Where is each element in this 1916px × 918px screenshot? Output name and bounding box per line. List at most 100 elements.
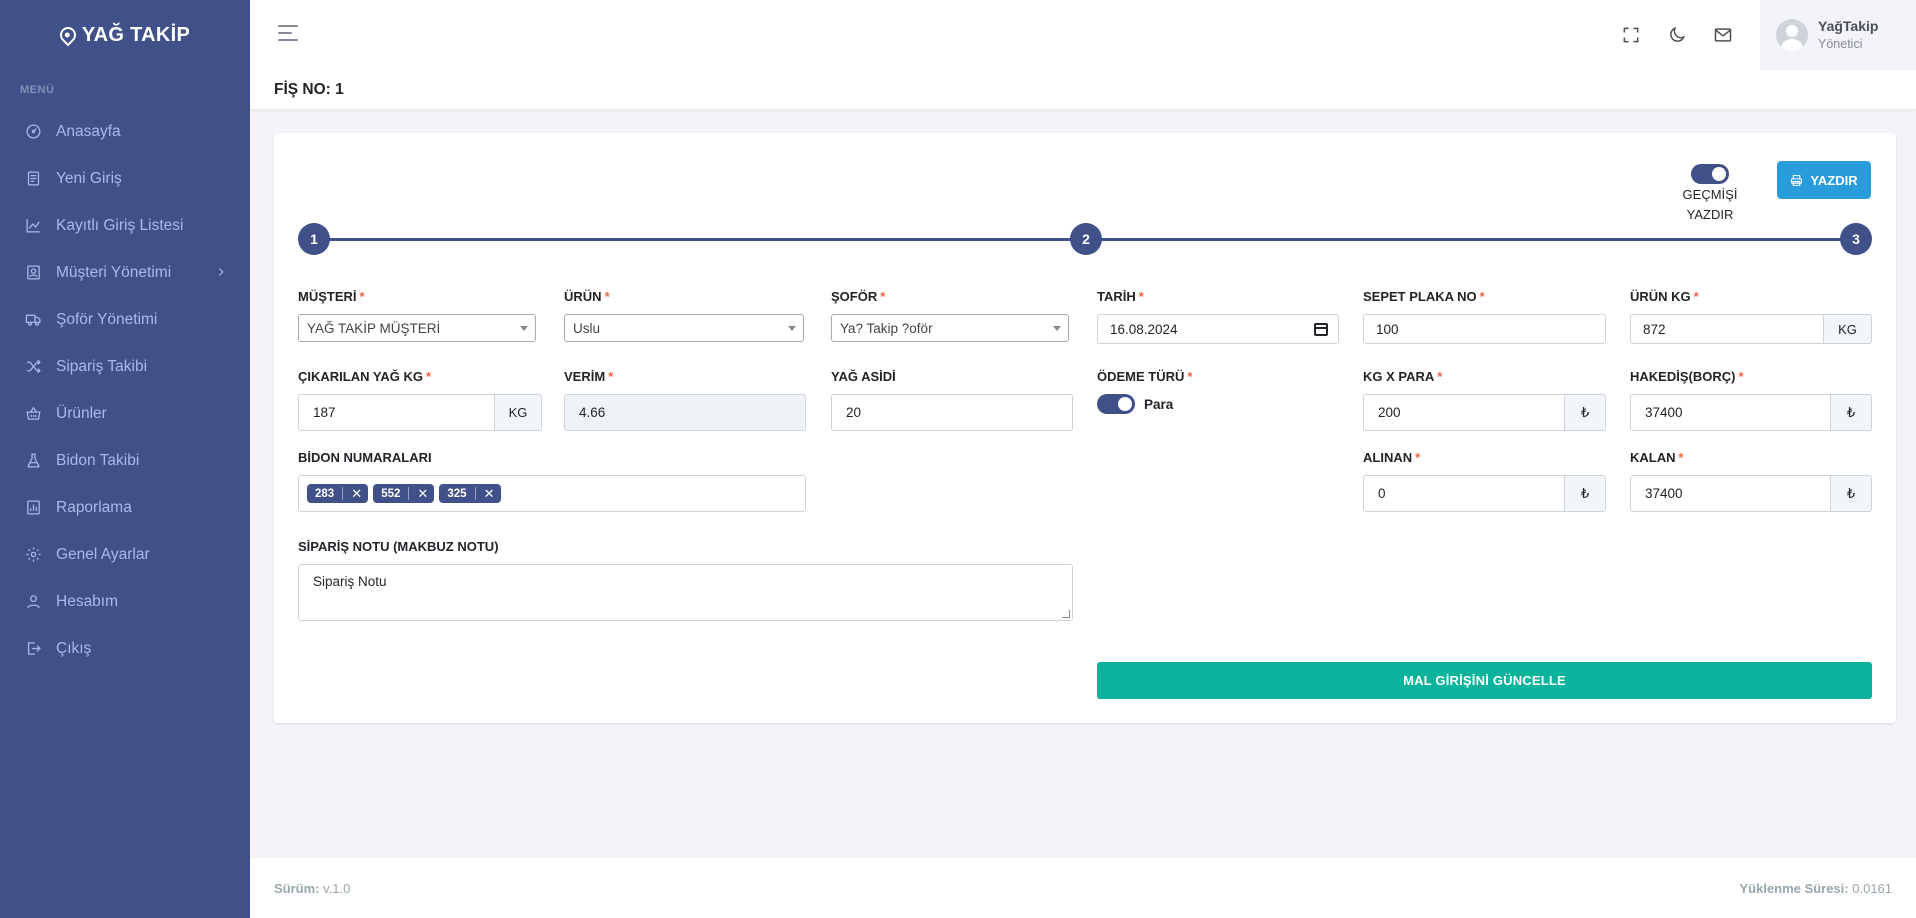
calendar-icon[interactable] bbox=[1314, 323, 1328, 336]
sidebar-item-hesabim[interactable]: Hesabım bbox=[0, 578, 250, 625]
printer-icon bbox=[1791, 174, 1803, 186]
cikarilan-yag-unit: KG bbox=[495, 394, 542, 431]
page-title: FİŞ NO: 1 bbox=[274, 80, 344, 98]
urun-kg-input[interactable]: 872 bbox=[1630, 314, 1824, 344]
remove-tag-icon[interactable]: ✕ bbox=[482, 486, 497, 502]
verim-value: 4.66 bbox=[579, 405, 606, 420]
sidebar-item-label: Genel Ayarlar bbox=[56, 545, 150, 563]
user-name: YağTakip bbox=[1818, 18, 1879, 34]
footer: Sürüm: v.1.0 Yüklenme Süresi: 0.0161 bbox=[250, 858, 1916, 918]
odeme-turu-row: Para bbox=[1097, 394, 1339, 414]
verim-label: VERİM * bbox=[564, 369, 614, 384]
kalan-field: KALAN * 37400 ₺ bbox=[1630, 450, 1872, 512]
step-2[interactable]: 2 bbox=[1070, 223, 1102, 255]
brand-logo[interactable]: YAĞ TAKİP bbox=[0, 0, 250, 70]
kg-x-para-field: KG X PARA * 200 ₺ bbox=[1363, 369, 1606, 431]
cikarilan-yag-input[interactable]: 187 bbox=[298, 394, 495, 431]
load-time-value: 0.0161 bbox=[1852, 880, 1892, 896]
urun-kg-field: ÜRÜN KG * 872 KG bbox=[1630, 289, 1872, 344]
brand-name: YAĞ TAKİP bbox=[81, 23, 191, 46]
siparis-notu-textarea[interactable]: Sipariş Notu bbox=[298, 564, 1073, 621]
sidebar-item-sofor-yonetimi[interactable]: Şoför Yönetimi bbox=[0, 296, 250, 343]
print-history-label-line1: GEÇMİŞİ bbox=[1682, 187, 1738, 202]
sidebar-item-anasayfa[interactable]: Anasayfa bbox=[0, 108, 250, 155]
odeme-turu-toggle[interactable] bbox=[1097, 394, 1135, 414]
alinan-label: ALINAN * bbox=[1363, 450, 1421, 465]
sepet-plaka-input[interactable]: 100 bbox=[1363, 314, 1606, 344]
print-history-toggle[interactable] bbox=[1691, 164, 1729, 184]
sidebar-item-label: Ürünler bbox=[56, 404, 107, 422]
sidebar-item-siparis-takibi[interactable]: Sipariş Takibi bbox=[0, 343, 250, 390]
load-time-info: Yüklenme Süresi: 0.0161 bbox=[1740, 881, 1893, 896]
sidebar-item-label: Yeni Giriş bbox=[56, 169, 122, 187]
musteri-field: MÜŞTERİ * YAĞ TAKİP MÜŞTERİ bbox=[298, 289, 536, 342]
sidebar-item-yeni-giris[interactable]: Yeni Giriş bbox=[0, 155, 250, 202]
step-1[interactable]: 1 bbox=[298, 223, 330, 255]
urun-kg-label: ÜRÜN KG * bbox=[1630, 289, 1699, 304]
bidon-field: BİDON NUMARALARI 283 ✕ 552 ✕ 325 ✕ bbox=[298, 450, 806, 512]
kalan-input[interactable]: 37400 bbox=[1630, 475, 1831, 512]
musteri-select[interactable]: YAĞ TAKİP MÜŞTERİ bbox=[298, 314, 536, 342]
print-button-label: YAZDIR bbox=[1810, 172, 1858, 188]
dashboard-icon bbox=[24, 123, 42, 141]
avatar bbox=[1776, 19, 1808, 51]
sepet-plaka-value: 100 bbox=[1376, 321, 1399, 337]
urun-select[interactable]: Uslu bbox=[564, 314, 804, 342]
topbar: YağTakip Yönetici bbox=[250, 0, 1916, 70]
urun-kg-value: 872 bbox=[1643, 321, 1666, 337]
bidon-label: BİDON NUMARALARI bbox=[298, 450, 432, 465]
sofor-select[interactable]: Ya? Takip ?oför bbox=[831, 314, 1069, 342]
sidebar-item-cikis[interactable]: Çıkış bbox=[0, 625, 250, 672]
tarih-value: 16.08.2024 bbox=[1110, 321, 1178, 337]
load-time-label: Yüklenme Süresi: bbox=[1739, 880, 1849, 896]
line-chart-icon bbox=[24, 217, 42, 235]
kalan-group: 37400 ₺ bbox=[1630, 475, 1872, 512]
version-label: Sürüm: bbox=[274, 880, 320, 896]
step-3[interactable]: 3 bbox=[1840, 223, 1872, 255]
sidebar-item-label: Bidon Takibi bbox=[56, 451, 140, 469]
bidon-tag: 325 ✕ bbox=[439, 484, 501, 503]
alinan-value: 0 bbox=[1378, 486, 1386, 501]
update-entry-button[interactable]: MAL GİRİŞİNİ GÜNCELLE bbox=[1097, 662, 1872, 699]
sidebar-item-raporlama[interactable]: Raporlama bbox=[0, 484, 250, 531]
hakedis-currency: ₺ bbox=[1831, 394, 1872, 431]
kg-x-para-input[interactable]: 200 bbox=[1363, 394, 1565, 431]
siparis-notu-value: Sipariş Notu bbox=[313, 574, 387, 589]
mail-icon[interactable] bbox=[1710, 22, 1736, 48]
moon-icon[interactable] bbox=[1664, 22, 1690, 48]
sidebar-item-musteri-yonetimi[interactable]: Müşteri Yönetimi bbox=[0, 249, 250, 296]
version-info: Sürüm: v.1.0 bbox=[274, 881, 350, 896]
tarih-input[interactable]: 16.08.2024 bbox=[1097, 314, 1339, 344]
hamburger-menu-icon[interactable] bbox=[278, 25, 300, 45]
print-button[interactable]: YAZDIR bbox=[1777, 161, 1871, 199]
gear-icon bbox=[24, 546, 42, 564]
oil-drop-icon bbox=[56, 23, 80, 47]
urun-field: ÜRÜN * Uslu bbox=[564, 289, 804, 342]
verim-field: VERİM * 4.66 bbox=[564, 369, 806, 431]
sidebar-item-genel-ayarlar[interactable]: Genel Ayarlar bbox=[0, 531, 250, 578]
kalan-label: KALAN * bbox=[1630, 450, 1684, 465]
sofor-value: Ya? Takip ?oför bbox=[840, 320, 933, 336]
musteri-value: YAĞ TAKİP MÜŞTERİ bbox=[307, 320, 441, 336]
sidebar-item-urunler[interactable]: Ürünler bbox=[0, 390, 250, 437]
sepet-plaka-label: SEPET PLAKA NO * bbox=[1363, 289, 1485, 304]
sidebar-item-label: Çıkış bbox=[56, 639, 92, 657]
sidebar-item-kayitli-giris-listesi[interactable]: Kayıtlı Giriş Listesi bbox=[0, 202, 250, 249]
alinan-input[interactable]: 0 bbox=[1363, 475, 1565, 512]
fullscreen-icon[interactable] bbox=[1618, 22, 1644, 48]
yag-asidi-input[interactable]: 20 bbox=[831, 394, 1073, 431]
sidebar-item-bidon-takibi[interactable]: Bidon Takibi bbox=[0, 437, 250, 484]
sidebar-item-label: Şoför Yönetimi bbox=[56, 310, 158, 328]
user-menu[interactable]: YağTakip Yönetici bbox=[1760, 0, 1916, 70]
bidon-tags-input[interactable]: 283 ✕ 552 ✕ 325 ✕ bbox=[298, 475, 806, 512]
remove-tag-icon[interactable]: ✕ bbox=[349, 486, 364, 502]
resize-handle[interactable] bbox=[1062, 610, 1070, 618]
entry-form-card: GEÇMİŞİ YAZDIR YAZDIR 1 2 3 MÜŞTERİ * YAĞ… bbox=[274, 133, 1896, 723]
page-title-bar: FİŞ NO: 1 bbox=[250, 70, 1916, 110]
hakedis-input[interactable]: 37400 bbox=[1630, 394, 1831, 431]
cikarilan-yag-value: 187 bbox=[313, 405, 336, 420]
contacts-icon bbox=[24, 264, 42, 282]
remove-tag-icon[interactable]: ✕ bbox=[415, 486, 430, 502]
logout-icon bbox=[24, 640, 42, 658]
hakedis-label: HAKEDİŞ(BORÇ) * bbox=[1630, 369, 1744, 384]
